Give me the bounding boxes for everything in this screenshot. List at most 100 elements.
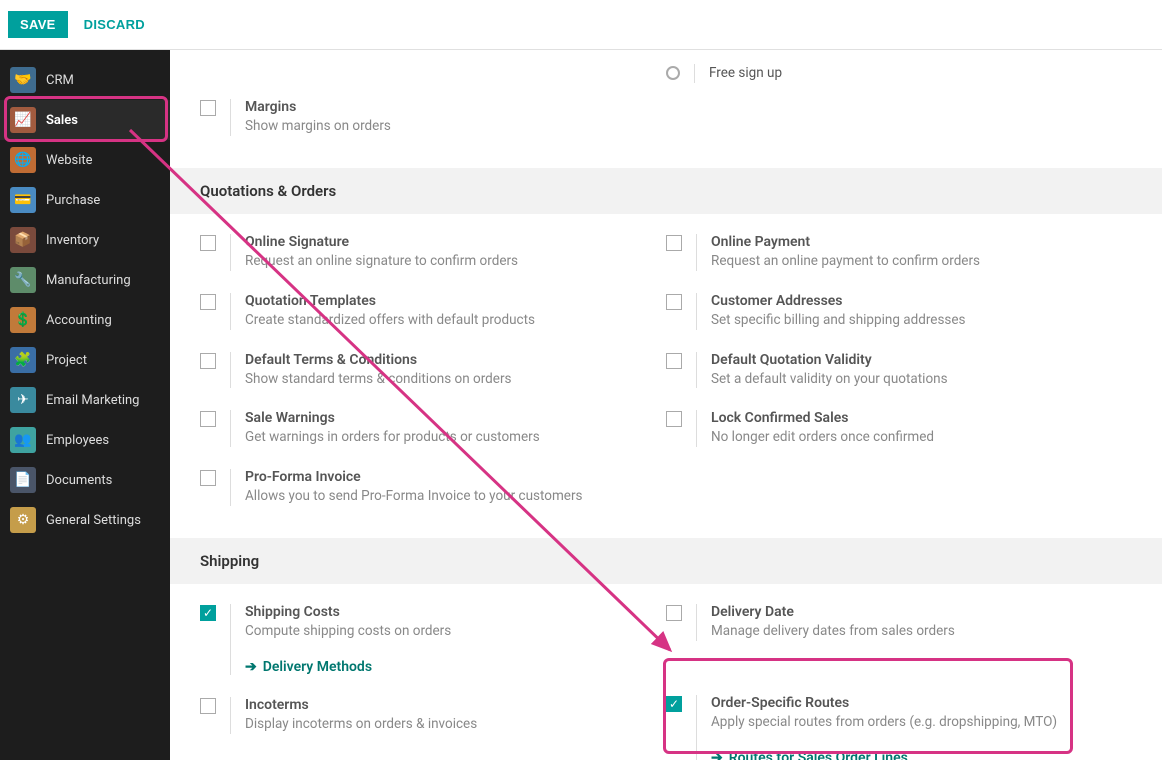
section-header-quotations: Quotations & Orders bbox=[170, 168, 1162, 214]
setting-lock-confirmed-sales: Lock Confirmed Sales No longer edit orde… bbox=[666, 410, 1132, 447]
arrow-right-icon: ➔ bbox=[711, 750, 723, 760]
checkbox-customer-addresses[interactable] bbox=[666, 294, 682, 310]
setting-sale-warnings: Sale Warnings Get warnings in orders for… bbox=[200, 410, 666, 447]
checkbox-pro-forma[interactable] bbox=[200, 470, 216, 486]
divider bbox=[696, 234, 697, 271]
sidebar-item-employees[interactable]: 👥 Employees bbox=[0, 420, 170, 460]
cart-icon: 💳 bbox=[10, 187, 36, 213]
sidebar-item-inventory[interactable]: 📦 Inventory bbox=[0, 220, 170, 260]
send-icon: ✈ bbox=[10, 387, 36, 413]
checkbox-margins[interactable] bbox=[200, 100, 216, 116]
wrench-icon: 🔧 bbox=[10, 267, 36, 293]
radio-label: Free sign up bbox=[709, 64, 782, 83]
sidebar-item-label: Accounting bbox=[46, 313, 112, 328]
link-delivery-methods[interactable]: ➔ Delivery Methods bbox=[245, 659, 372, 675]
sidebar-item-label: Employees bbox=[46, 433, 109, 448]
setting-incoterms: Incoterms Display incoterms on orders & … bbox=[200, 697, 666, 734]
sidebar-item-website[interactable]: 🌐 Website bbox=[0, 140, 170, 180]
setting-desc: Show margins on orders bbox=[245, 117, 666, 136]
sidebar-item-accounting[interactable]: 💲 Accounting bbox=[0, 300, 170, 340]
sidebar-item-documents[interactable]: 📄 Documents bbox=[0, 460, 170, 500]
setting-delivery-date: Delivery Date Manage delivery dates from… bbox=[666, 604, 1132, 641]
settings-content[interactable]: Free sign up Margins Show margins on ord… bbox=[170, 50, 1162, 760]
box-icon: 📦 bbox=[10, 227, 36, 253]
checkbox-order-specific-routes[interactable] bbox=[666, 696, 682, 712]
link-routes-sales-order-lines[interactable]: ➔ Routes for Sales Order Lines bbox=[711, 750, 908, 760]
setting-title: Customer Addresses bbox=[711, 293, 1132, 309]
file-icon: 📄 bbox=[10, 467, 36, 493]
setting-desc: Set a default validity on your quotation… bbox=[711, 370, 1132, 389]
setting-desc: Request an online payment to confirm ord… bbox=[711, 252, 1132, 271]
sidebar-item-sales[interactable]: 📈 Sales bbox=[0, 100, 170, 140]
divider bbox=[696, 695, 697, 760]
setting-title: Incoterms bbox=[245, 697, 666, 713]
setting-title: Online Signature bbox=[245, 234, 666, 250]
divider bbox=[230, 352, 231, 389]
setting-title: Quotation Templates bbox=[245, 293, 666, 309]
gear-icon: ⚙ bbox=[10, 507, 36, 533]
divider bbox=[230, 697, 231, 734]
setting-title: Default Terms & Conditions bbox=[245, 352, 666, 368]
section-header-shipping: Shipping bbox=[170, 538, 1162, 584]
sidebar-item-general-settings[interactable]: ⚙ General Settings bbox=[0, 500, 170, 540]
settings-sidebar: 🤝 CRM 📈 Sales 🌐 Website 💳 Purchase 📦 Inv… bbox=[0, 50, 170, 760]
divider bbox=[230, 469, 231, 506]
checkbox-sale-warnings[interactable] bbox=[200, 411, 216, 427]
sidebar-item-crm[interactable]: 🤝 CRM bbox=[0, 60, 170, 100]
setting-title: Shipping Costs bbox=[245, 604, 666, 620]
checkbox-online-signature[interactable] bbox=[200, 235, 216, 251]
divider bbox=[230, 99, 231, 136]
setting-desc: Allows you to send Pro-Forma Invoice to … bbox=[245, 487, 666, 506]
setting-desc: Compute shipping costs on orders bbox=[245, 622, 666, 641]
divider bbox=[230, 410, 231, 447]
setting-title: Online Payment bbox=[711, 234, 1132, 250]
setting-desc: Manage delivery dates from sales orders bbox=[711, 622, 1132, 641]
checkbox-default-quotation-validity[interactable] bbox=[666, 353, 682, 369]
sidebar-item-label: General Settings bbox=[46, 513, 141, 528]
sidebar-item-label: Documents bbox=[46, 473, 112, 488]
sidebar-item-label: Project bbox=[46, 353, 87, 368]
setting-order-specific-routes: Order-Specific Routes Apply special rout… bbox=[666, 695, 1132, 760]
checkbox-incoterms[interactable] bbox=[200, 698, 216, 714]
globe-icon: 🌐 bbox=[10, 147, 36, 173]
discard-button[interactable]: DISCARD bbox=[72, 11, 157, 38]
link-label: Routes for Sales Order Lines bbox=[729, 750, 908, 760]
setting-title: Order-Specific Routes bbox=[711, 695, 1132, 711]
sidebar-item-email-marketing[interactable]: ✈ Email Marketing bbox=[0, 380, 170, 420]
setting-title: Sale Warnings bbox=[245, 410, 666, 426]
checkbox-delivery-date[interactable] bbox=[666, 605, 682, 621]
radio-free-sign-up[interactable] bbox=[666, 66, 680, 80]
sidebar-item-manufacturing[interactable]: 🔧 Manufacturing bbox=[0, 260, 170, 300]
people-icon: 👥 bbox=[10, 427, 36, 453]
setting-quotation-templates: Quotation Templates Create standardized … bbox=[200, 293, 666, 330]
setting-desc: Get warnings in orders for products or c… bbox=[245, 428, 666, 447]
divider bbox=[696, 604, 697, 641]
puzzle-icon: 🧩 bbox=[10, 347, 36, 373]
setting-desc: Request an online signature to confirm o… bbox=[245, 252, 666, 271]
checkbox-default-terms[interactable] bbox=[200, 353, 216, 369]
sidebar-item-label: Sales bbox=[46, 113, 78, 128]
checkbox-online-payment[interactable] bbox=[666, 235, 682, 251]
setting-desc: No longer edit orders once confirmed bbox=[711, 428, 1132, 447]
divider bbox=[696, 410, 697, 447]
setting-title: Pro-Forma Invoice bbox=[245, 469, 666, 485]
setting-desc: Show standard terms & conditions on orde… bbox=[245, 370, 666, 389]
setting-desc: Set specific billing and shipping addres… bbox=[711, 311, 1132, 330]
checkbox-shipping-costs[interactable] bbox=[200, 605, 216, 621]
setting-title: Margins bbox=[245, 99, 666, 115]
checkbox-lock-confirmed-sales[interactable] bbox=[666, 411, 682, 427]
save-button[interactable]: SAVE bbox=[8, 11, 68, 38]
setting-desc: Create standardized offers with default … bbox=[245, 311, 666, 330]
setting-shipping-costs: Shipping Costs Compute shipping costs on… bbox=[200, 604, 666, 675]
setting-title: Delivery Date bbox=[711, 604, 1132, 620]
divider bbox=[230, 604, 231, 675]
setting-default-quotation-validity: Default Quotation Validity Set a default… bbox=[666, 352, 1132, 389]
sidebar-item-project[interactable]: 🧩 Project bbox=[0, 340, 170, 380]
setting-customer-addresses: Customer Addresses Set specific billing … bbox=[666, 293, 1132, 330]
money-icon: 💲 bbox=[10, 307, 36, 333]
divider bbox=[696, 293, 697, 330]
setting-pro-forma: Pro-Forma Invoice Allows you to send Pro… bbox=[200, 469, 666, 506]
setting-desc: Display incoterms on orders & invoices bbox=[245, 715, 666, 734]
checkbox-quotation-templates[interactable] bbox=[200, 294, 216, 310]
sidebar-item-purchase[interactable]: 💳 Purchase bbox=[0, 180, 170, 220]
